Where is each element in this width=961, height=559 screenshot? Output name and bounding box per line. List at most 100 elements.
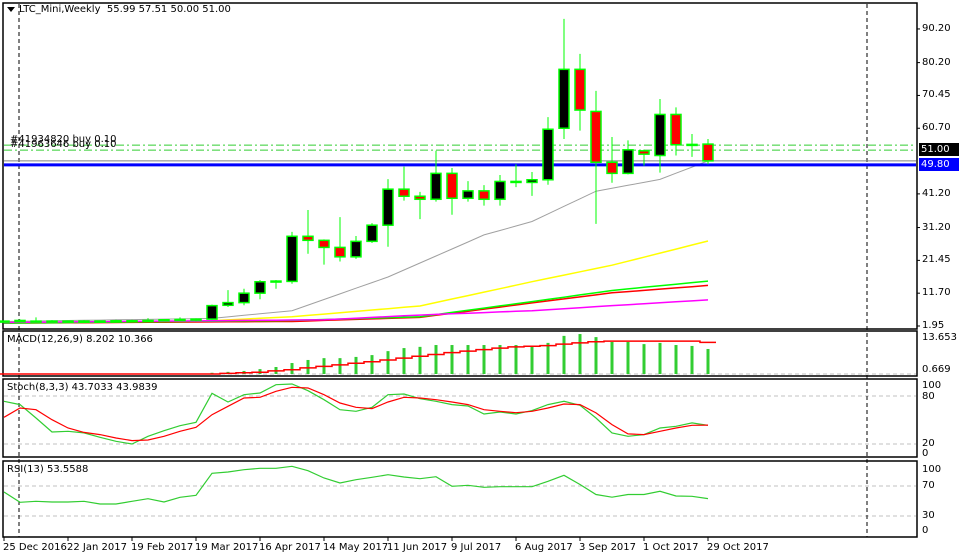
rsi-axis-0: 0	[922, 525, 929, 536]
bull-candle-body	[686, 143, 698, 147]
candle	[606, 136, 618, 183]
candle	[302, 210, 314, 254]
price-tick-label: 90.20	[922, 22, 951, 34]
current-price-label: 51.00	[919, 143, 959, 156]
candle	[286, 231, 298, 284]
bull-candle-body	[526, 178, 538, 184]
bull-candle-body	[190, 318, 202, 321]
candle	[126, 319, 138, 323]
price-tick-label: 1.95	[922, 320, 945, 331]
bull-candle-body	[286, 235, 298, 283]
time-tick-label: 16 Apr 2017	[259, 542, 321, 553]
macd-signal-line	[0, 340, 716, 375]
line-price-label: 49.80	[919, 158, 959, 171]
candle	[254, 280, 266, 300]
bull-candle-body	[254, 280, 266, 294]
bull-candle-body	[558, 68, 570, 129]
bear-candle-body	[606, 161, 618, 175]
bull-candle-body	[30, 320, 42, 323]
time-tick-label: 25 Dec 2016	[3, 542, 67, 553]
bear-candle-body	[670, 113, 682, 146]
candle	[78, 320, 90, 323]
candle	[574, 53, 586, 131]
stoch-signal-line	[3, 386, 709, 442]
bull-candle-body	[382, 188, 394, 226]
bear-candle-body	[590, 110, 602, 163]
bear-candle-body	[702, 143, 714, 162]
candle	[414, 191, 426, 220]
bear-candle-body	[574, 68, 586, 111]
time-tick-label: 29 Oct 2017	[707, 542, 769, 553]
bull-candle-body	[142, 319, 154, 323]
bear-candle-body	[414, 195, 426, 201]
ma-red-line	[3, 284, 709, 324]
axis-ticks	[3, 28, 920, 541]
candle	[446, 167, 458, 215]
bull-candle-body	[350, 240, 362, 258]
bear-candle-body	[510, 180, 522, 184]
candle	[478, 185, 490, 206]
candle	[0, 320, 10, 323]
bear-candle-body	[14, 319, 26, 323]
time-tick-label: 9 Jul 2017	[451, 542, 502, 553]
candle	[158, 319, 170, 322]
bear-candle-body	[78, 320, 90, 323]
candle	[558, 18, 570, 140]
bull-candle-body	[222, 301, 234, 307]
macd-axis-min: 0.669	[922, 364, 951, 375]
bull-candle-body	[158, 319, 170, 322]
symbol-label: LTC_Mini,Weekly	[19, 4, 101, 15]
stoch-axis-80: 80	[922, 391, 935, 402]
candle	[526, 172, 538, 196]
bear-candle-body	[46, 320, 58, 323]
candle	[654, 98, 666, 173]
order-label-2: #41963646 buy 0.10	[10, 139, 117, 150]
price-tick-label: 70.45	[922, 89, 951, 101]
bull-candle-body	[110, 320, 122, 323]
price-tick-label: 80.20	[922, 56, 951, 68]
bear-candle-body	[334, 246, 346, 258]
candle	[494, 175, 506, 206]
bull-candle-body	[654, 113, 666, 157]
chart-canvas[interactable]	[0, 0, 961, 559]
bull-candle-body	[174, 318, 186, 322]
bear-candle-body	[638, 150, 650, 155]
candle	[686, 133, 698, 157]
stoch-label: Stoch(8,3,3) 43.7033 43.9839	[7, 382, 158, 393]
candle	[174, 317, 186, 322]
candle	[350, 235, 362, 259]
candle	[542, 117, 554, 185]
time-tick-label: 3 Sep 2017	[579, 542, 637, 553]
candle	[14, 319, 26, 323]
bear-candle-body	[446, 172, 458, 200]
bull-candle-body	[270, 280, 282, 283]
bull-candle-body	[62, 320, 74, 323]
rsi-line	[3, 465, 709, 505]
candle	[318, 239, 330, 265]
time-tick-label: 14 May 2017	[323, 542, 389, 553]
bull-candle-body	[430, 172, 442, 201]
candle	[510, 164, 522, 188]
candle	[238, 288, 250, 306]
ohlc-readout: 55.99 57.51 50.00 51.00	[106, 4, 231, 15]
time-tick-label: 1 Oct 2017	[643, 542, 699, 553]
candle	[46, 320, 58, 323]
rsi-axis-100: 100	[922, 464, 942, 475]
candle	[430, 150, 442, 202]
ma-green-line	[3, 280, 709, 324]
macd-label: MACD(12,26,9) 8.202 10.366	[7, 334, 153, 345]
candle	[702, 138, 714, 165]
bull-candle-body	[622, 149, 634, 175]
dropdown-triangle-icon[interactable]	[7, 6, 15, 12]
rsi-panel	[3, 465, 709, 505]
candle	[382, 179, 394, 247]
time-tick-label: 22 Jan 2017	[67, 542, 127, 553]
chart-title: LTC_Mini,Weekly 55.99 57.51 50.00 51.00	[7, 4, 231, 16]
candle	[398, 166, 410, 201]
bull-candle-body	[494, 180, 506, 201]
candle	[670, 107, 682, 156]
bull-candle-body	[462, 190, 474, 200]
bull-candle-body	[94, 320, 106, 323]
price-tick-label: 11.70	[922, 287, 951, 299]
candle	[110, 319, 122, 323]
